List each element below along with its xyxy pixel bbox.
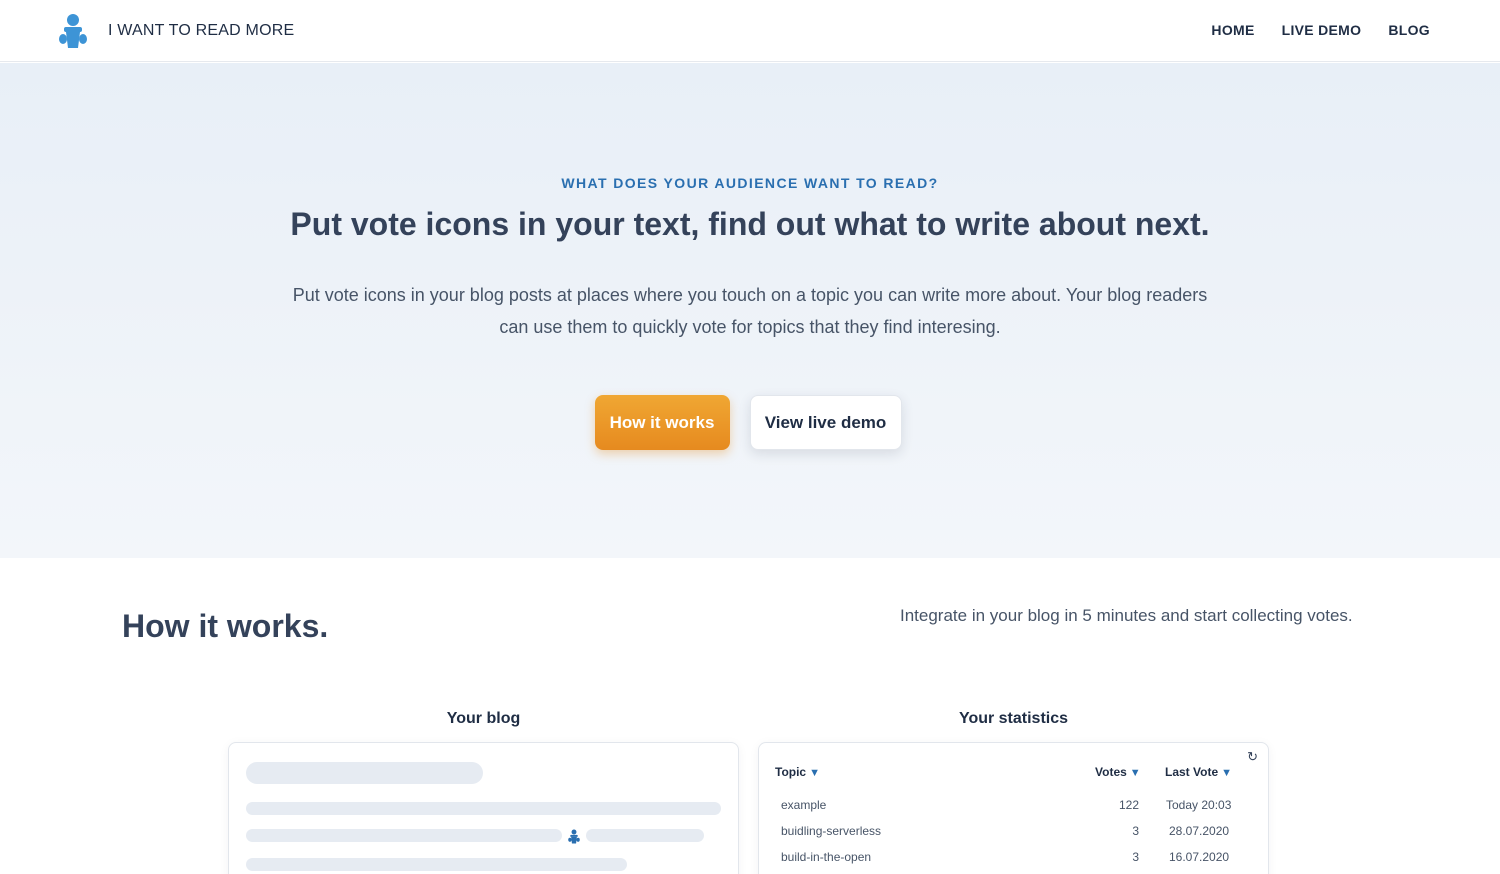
reader-person-icon (56, 12, 90, 50)
blog-card-label: Your blog (446, 710, 521, 727)
topic-column-header[interactable]: Topic ▼ (775, 765, 820, 779)
table-cell-votes: 122 (1118, 798, 1139, 812)
table-cell-topic: example (781, 798, 827, 812)
how-it-works-title: How it works. (122, 608, 329, 644)
table-cell-votes: 3 (1132, 824, 1139, 838)
brand[interactable]: I WANT TO READ MORE (56, 12, 294, 50)
votes-column-header[interactable]: Votes ▼ (1095, 765, 1141, 779)
table-cell-last-vote: 16.07.2020 (1169, 850, 1230, 864)
blog-preview-card (228, 742, 739, 874)
placeholder-title-bar (246, 762, 483, 784)
top-navigation-bar: I WANT TO READ MORE HOME LIVE DEMO BLOG (0, 0, 1500, 62)
hero-buttons: How it works View live demo (0, 395, 1498, 450)
nav-blog[interactable]: BLOG (1388, 22, 1430, 38)
table-cell-last-vote: 28.07.2020 (1169, 824, 1230, 838)
brand-title: I WANT TO READ MORE (108, 22, 295, 39)
stats-card-label: Your statistics (958, 710, 1069, 727)
table-cell-last-vote: Today 20:03 (1166, 798, 1232, 812)
sort-down-icon: ▼ (1221, 767, 1233, 779)
table-cell-topic: build-in-the-open (781, 850, 872, 864)
placeholder-text-line (246, 829, 562, 842)
table-cell-topic: buidling-serverless (781, 824, 882, 838)
table-cell-votes: 3 (1132, 850, 1139, 864)
how-it-works-subtitle: Integrate in your blog in 5 minutes and … (900, 606, 1353, 625)
last-vote-column-header[interactable]: Last Vote ▼ (1165, 765, 1232, 779)
placeholder-text-line (246, 858, 627, 871)
nav-home[interactable]: HOME (1211, 22, 1254, 38)
view-live-demo-button[interactable]: View live demo (749, 395, 902, 450)
hero-section: WHAT DOES YOUR AUDIENCE WANT TO READ? Pu… (0, 63, 1500, 558)
hero-headline: Put vote icons in your text, find out wh… (290, 206, 1210, 242)
refresh-icon[interactable]: ↻ (1247, 749, 1258, 765)
sort-down-icon: ▼ (809, 767, 820, 779)
how-it-works-button[interactable]: How it works (594, 395, 730, 450)
hero-lead: Put vote icons in your blog posts at pla… (292, 285, 1208, 337)
vote-icon[interactable] (567, 828, 581, 850)
nav-live-demo[interactable]: LIVE DEMO (1282, 22, 1362, 38)
hero-eyebrow: WHAT DOES YOUR AUDIENCE WANT TO READ? (561, 175, 939, 191)
sort-down-icon: ▼ (1129, 767, 1141, 779)
placeholder-text-line (586, 829, 704, 842)
placeholder-text-line (246, 802, 721, 815)
main-nav: HOME LIVE DEMO BLOG (1211, 22, 1430, 38)
statistics-card: ↻ Topic ▼ Votes ▼ Last Vote ▼ example 122 T… (758, 742, 1269, 874)
